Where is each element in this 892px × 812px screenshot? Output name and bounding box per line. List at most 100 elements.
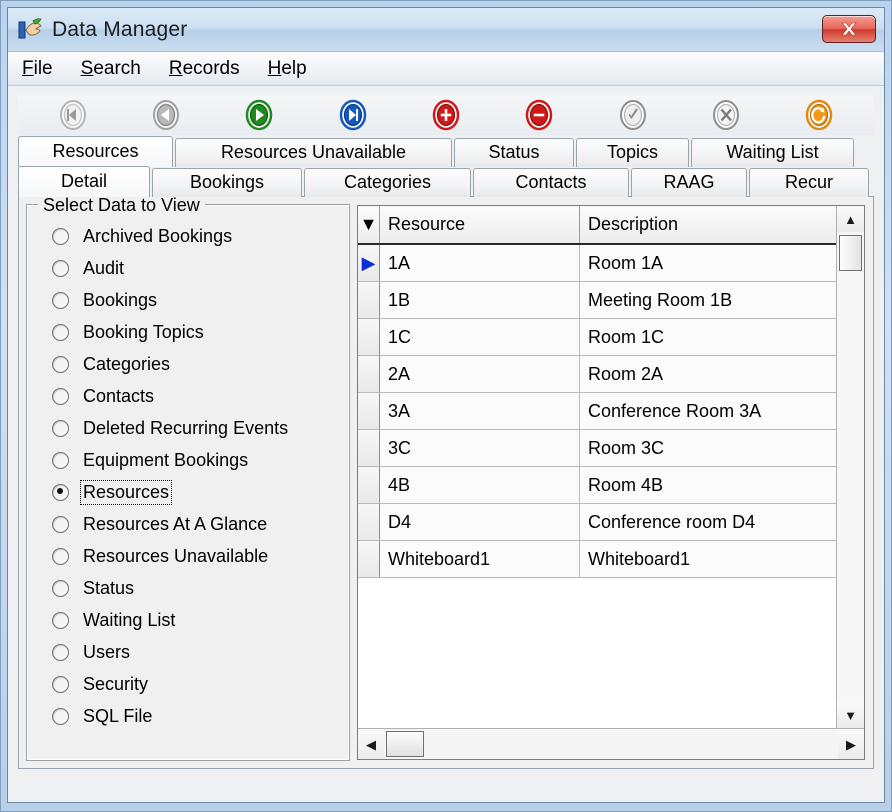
table-row[interactable]: 2A Room 2A bbox=[358, 356, 836, 393]
cell-description[interactable]: Conference room D4 bbox=[580, 504, 836, 540]
radio-icon bbox=[52, 579, 69, 597]
cell-resource[interactable]: 3C bbox=[380, 430, 580, 466]
menu-file[interactable]: File bbox=[22, 58, 53, 80]
table-row[interactable]: 1C Room 1C bbox=[358, 319, 836, 356]
radio-users[interactable]: Users bbox=[38, 636, 338, 668]
radio-resources-unavailable[interactable]: Resources Unavailable bbox=[38, 540, 338, 572]
window-inner: Data Manager File Search Records Help Re… bbox=[7, 7, 885, 803]
row-selector[interactable] bbox=[358, 430, 380, 466]
row-selector[interactable] bbox=[358, 356, 380, 392]
scroll-down-arrow-icon[interactable]: ▼ bbox=[837, 702, 864, 728]
vertical-scroll-track[interactable] bbox=[837, 232, 864, 702]
tab-contacts[interactable]: Contacts bbox=[473, 168, 629, 197]
tab-waiting-list[interactable]: Waiting List bbox=[691, 138, 854, 167]
current-row-indicator[interactable]: ▶ bbox=[358, 245, 380, 281]
next-record-button[interactable] bbox=[242, 98, 276, 132]
horizontal-scroll-track[interactable] bbox=[384, 729, 838, 759]
column-header-resource[interactable]: Resource bbox=[380, 206, 580, 243]
delete-record-button[interactable] bbox=[522, 98, 556, 132]
column-header-description[interactable]: Description bbox=[580, 206, 836, 243]
radio-bookings[interactable]: Bookings bbox=[38, 284, 338, 316]
cell-resource[interactable]: 3A bbox=[380, 393, 580, 429]
table-row[interactable]: 3A Conference Room 3A bbox=[358, 393, 836, 430]
menu-records[interactable]: Records bbox=[169, 58, 240, 80]
menu-search[interactable]: Search bbox=[81, 58, 141, 80]
cell-description[interactable]: Room 1A bbox=[580, 245, 836, 281]
add-record-button[interactable] bbox=[429, 98, 463, 132]
cancel-edit-button[interactable] bbox=[709, 98, 743, 132]
horizontal-scroll-thumb[interactable] bbox=[386, 731, 424, 757]
radio-categories[interactable]: Categories bbox=[38, 348, 338, 380]
tab-resources[interactable]: Resources bbox=[18, 136, 173, 167]
cell-resource[interactable]: 1A bbox=[380, 245, 580, 281]
radio-audit[interactable]: Audit bbox=[38, 252, 338, 284]
radio-waiting-list[interactable]: Waiting List bbox=[38, 604, 338, 636]
radio-label: Equipment Bookings bbox=[83, 449, 249, 470]
tab-resources-unavailable[interactable]: Resources Unavailable bbox=[175, 138, 452, 167]
row-selector[interactable] bbox=[358, 393, 380, 429]
radio-deleted-recurring-events[interactable]: Deleted Recurring Events bbox=[38, 412, 338, 444]
radio-icon bbox=[52, 387, 69, 405]
post-edit-button[interactable] bbox=[616, 98, 650, 132]
radio-label: Contacts bbox=[83, 385, 155, 406]
table-row[interactable]: Whiteboard1 Whiteboard1 bbox=[358, 541, 836, 578]
tab-detail[interactable]: Detail bbox=[18, 166, 150, 197]
scroll-up-arrow-icon[interactable]: ▲ bbox=[837, 206, 864, 232]
tab-recur[interactable]: Recur bbox=[749, 168, 869, 197]
cell-resource[interactable]: D4 bbox=[380, 504, 580, 540]
tab-raag[interactable]: RAAG bbox=[631, 168, 747, 197]
radio-equipment-bookings[interactable]: Equipment Bookings bbox=[38, 444, 338, 476]
cell-description[interactable]: Room 4B bbox=[580, 467, 836, 503]
row-selector[interactable] bbox=[358, 541, 380, 577]
row-selector[interactable] bbox=[358, 319, 380, 355]
first-record-button[interactable] bbox=[56, 98, 90, 132]
tab-status[interactable]: Status bbox=[454, 138, 574, 167]
row-selector[interactable] bbox=[358, 504, 380, 540]
cell-description[interactable]: Conference Room 3A bbox=[580, 393, 836, 429]
row-selector[interactable] bbox=[358, 467, 380, 503]
radio-icon bbox=[52, 611, 69, 629]
previous-record-button[interactable] bbox=[149, 98, 183, 132]
grid-vertical-scrollbar[interactable]: ▲ ▼ bbox=[836, 206, 864, 728]
close-button[interactable] bbox=[822, 15, 876, 43]
radio-resources-at-a-glance[interactable]: Resources At A Glance bbox=[38, 508, 338, 540]
scroll-left-arrow-icon[interactable]: ◀ bbox=[358, 729, 384, 759]
radio-booking-topics[interactable]: Booking Topics bbox=[38, 316, 338, 348]
table-row[interactable]: ▶ 1A Room 1A bbox=[358, 245, 836, 282]
tab-topics[interactable]: Topics bbox=[576, 138, 689, 167]
cell-resource[interactable]: Whiteboard1 bbox=[380, 541, 580, 577]
tab-bookings[interactable]: Bookings bbox=[152, 168, 302, 197]
cell-resource[interactable]: 1C bbox=[380, 319, 580, 355]
radio-archived-bookings[interactable]: Archived Bookings bbox=[38, 220, 338, 252]
radio-label: Status bbox=[83, 577, 135, 598]
table-row[interactable]: 1B Meeting Room 1B bbox=[358, 282, 836, 319]
scroll-right-arrow-icon[interactable]: ▶ bbox=[838, 729, 864, 759]
cell-description[interactable]: Room 3C bbox=[580, 430, 836, 466]
radio-status[interactable]: Status bbox=[38, 572, 338, 604]
row-selector[interactable] bbox=[358, 282, 380, 318]
table-row[interactable]: D4 Conference room D4 bbox=[358, 504, 836, 541]
cell-resource[interactable]: 1B bbox=[380, 282, 580, 318]
grid-horizontal-scrollbar[interactable]: ◀ ▶ bbox=[358, 728, 864, 759]
cell-resource[interactable]: 2A bbox=[380, 356, 580, 392]
radio-security[interactable]: Security bbox=[38, 668, 338, 700]
tab-row-secondary: Detail Bookings Categories Contacts RAAG… bbox=[18, 166, 874, 197]
grid-filter-icon[interactable]: ▼ bbox=[358, 206, 380, 243]
cell-description[interactable]: Room 2A bbox=[580, 356, 836, 392]
menu-help[interactable]: Help bbox=[268, 58, 307, 80]
last-record-button[interactable] bbox=[336, 98, 370, 132]
cell-description[interactable]: Whiteboard1 bbox=[580, 541, 836, 577]
tab-categories[interactable]: Categories bbox=[304, 168, 471, 197]
cell-description[interactable]: Room 1C bbox=[580, 319, 836, 355]
cell-description[interactable]: Meeting Room 1B bbox=[580, 282, 836, 318]
vertical-scroll-thumb[interactable] bbox=[839, 235, 862, 271]
radio-sql-file[interactable]: SQL File bbox=[38, 700, 338, 732]
radio-icon bbox=[52, 675, 69, 693]
table-row[interactable]: 4B Room 4B bbox=[358, 467, 836, 504]
radio-resources[interactable]: Resources bbox=[38, 476, 338, 508]
refresh-button[interactable] bbox=[802, 98, 836, 132]
cell-resource[interactable]: 4B bbox=[380, 467, 580, 503]
radio-icon bbox=[52, 451, 69, 469]
table-row[interactable]: 3C Room 3C bbox=[358, 430, 836, 467]
radio-contacts[interactable]: Contacts bbox=[38, 380, 338, 412]
